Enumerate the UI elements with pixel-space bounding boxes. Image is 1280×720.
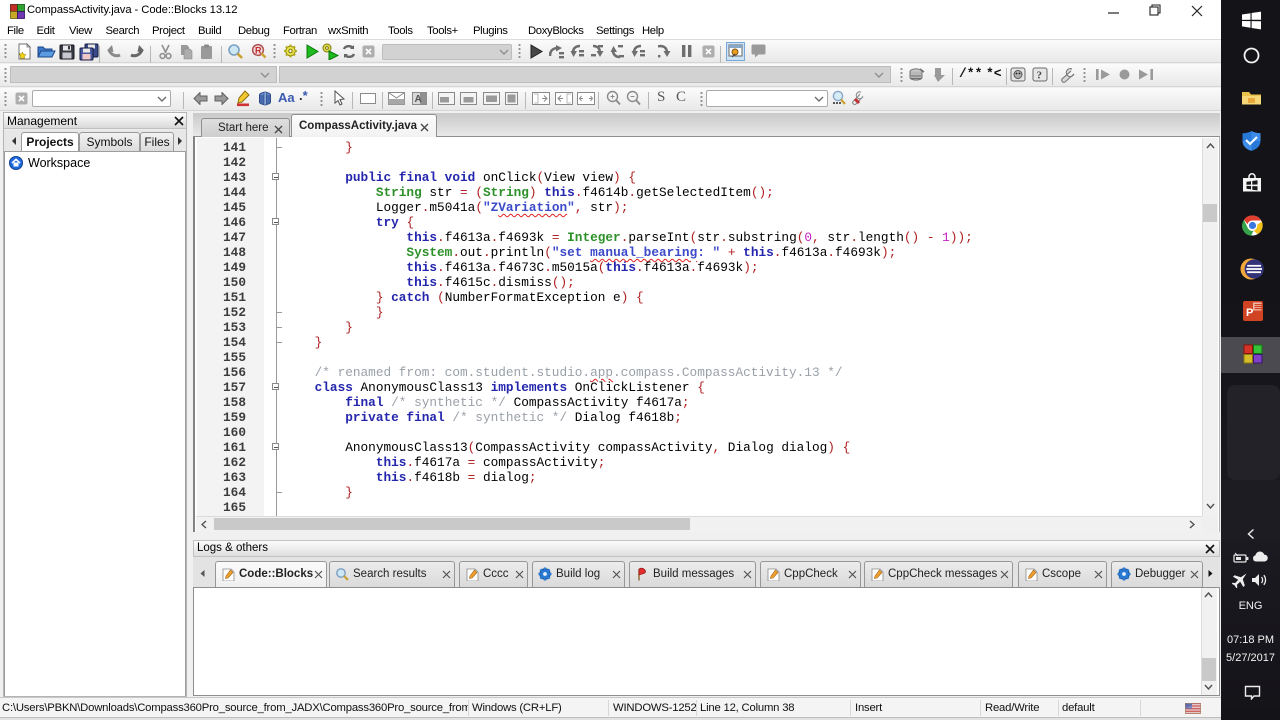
svg-text:P: P — [1246, 307, 1253, 319]
svg-text:A: A — [415, 94, 422, 105]
svg-text:?: ? — [1037, 70, 1043, 82]
svg-text:R: R — [255, 46, 262, 56]
